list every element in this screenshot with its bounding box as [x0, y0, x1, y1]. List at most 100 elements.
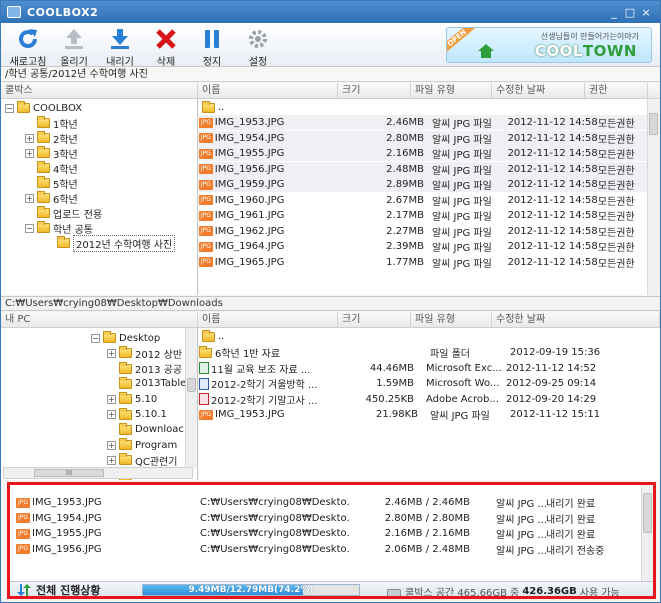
collapse-toggle[interactable]: −: [5, 103, 14, 113]
file-row[interactable]: JPG IMG_1960.JPG 2.67MB 알씨 JPG 파일 2012-11-12…: [199, 193, 647, 208]
local-file-row[interactable]: 6학년 1반 자료 파일 폴더 2012-09-19 15:36: [199, 345, 610, 360]
remote-tree-node[interactable]: +2학년: [25, 131, 78, 146]
file-row[interactable]: JPG IMG_1955.JPG 2.16MB 알씨 JPG 파일 2012-11-12…: [199, 146, 647, 161]
file-row[interactable]: JPG IMG_1954.JPG 2.80MB 알씨 JPG 파일 2012-11-12…: [199, 130, 647, 146]
remote-tree-node[interactable]: − COOLBOX: [5, 101, 82, 115]
remote-tree-node[interactable]: 업로드 전용: [25, 206, 102, 221]
local-tree-scrollbar[interactable]: [185, 328, 197, 468]
remote-scroll-thumb[interactable]: [649, 113, 658, 135]
transfer-type: 알씨 JPG ...: [496, 514, 546, 526]
local-tree-node[interactable]: + QC관련기: [107, 453, 177, 468]
local-tree-node[interactable]: Downloac: [107, 422, 184, 437]
transfer-scroll-thumb[interactable]: [643, 493, 652, 533]
remote-tree-node[interactable]: +6학년: [25, 191, 78, 206]
expand-toggle[interactable]: +: [107, 348, 116, 358]
local-tree-node[interactable]: +5.10.1: [107, 407, 167, 422]
storage-used: 426.36GB: [522, 586, 577, 597]
file-row[interactable]: JPG IMG_1964.JPG 2.39MB 알씨 JPG 파일 2012-11-12…: [199, 239, 647, 254]
local-tree-node[interactable]: 2013 공공: [107, 361, 182, 376]
pause-button[interactable]: 정지: [189, 27, 235, 68]
transfer-row[interactable]: JPG IMG_1953.JPG C:₩Users₩crying08₩Deskto.…: [16, 495, 626, 510]
column-date[interactable]: 수정한 날짜: [492, 83, 585, 98]
parent-folder-row[interactable]: ..: [202, 100, 224, 115]
collapse-toggle[interactable]: −: [91, 333, 100, 343]
refresh-button[interactable]: 새로고침: [5, 27, 51, 68]
remote-tree-node[interactable]: 5학년: [25, 176, 78, 191]
file-name: IMG_1953.JPG: [215, 409, 285, 420]
settings-button[interactable]: 설정: [235, 27, 281, 68]
local-tree-label: 5.10: [135, 393, 158, 405]
local-tree-node[interactable]: − Desktop: [91, 331, 160, 345]
column-size[interactable]: 크기: [338, 83, 411, 98]
transfer-scrollbar[interactable]: [641, 485, 653, 581]
expand-toggle[interactable]: +: [25, 148, 34, 158]
jpg-file-icon: JPG: [199, 210, 213, 221]
download-button[interactable]: 내리기: [97, 27, 143, 68]
remote-tree-label: COOLBOX: [33, 102, 83, 114]
expand-toggle[interactable]: +: [25, 193, 34, 203]
expand-toggle[interactable]: +: [25, 133, 34, 143]
local-tree-scroll-thumb[interactable]: [187, 378, 196, 392]
local-file-row[interactable]: 11월 교육 보조 자료 ... 44.46MB Microsoft Exc... 2…: [199, 361, 606, 376]
file-row[interactable]: JPG IMG_1959.JPG 2.89MB 알씨 JPG 파일 2012-11-12…: [199, 177, 647, 192]
remote-tree-node[interactable]: 4학년: [25, 161, 78, 176]
minimize-button[interactable]: _: [606, 6, 622, 19]
local-tree-hscroll-thumb[interactable]: III: [34, 469, 104, 477]
expand-toggle[interactable]: +: [107, 440, 116, 450]
title-bar[interactable]: COOLBOX2 _ □ ×: [1, 1, 660, 23]
local-folder-tree[interactable]: − Desktop +2012 상반 2013 공공 2013Table +5.10 +5.…: [1, 328, 198, 480]
upload-button[interactable]: 올리기: [51, 27, 97, 68]
file-row[interactable]: JPG IMG_1965.JPG 1.77MB 알씨 JPG 파일 2012-11-12…: [199, 255, 647, 270]
cooltown-banner[interactable]: OPEN 선생님들이 만들어가는이야기 COOLTOWN: [446, 27, 652, 63]
expand-toggle[interactable]: +: [107, 410, 116, 419]
local-column-date[interactable]: 수정한 날짜: [492, 312, 660, 327]
local-file-list[interactable]: .. 6학년 1반 자료 파일 폴더 2012-09-19 15:36 11월 교육 보…: [199, 328, 660, 480]
local-file-row[interactable]: 2012-2학기 겨울방학 ... 1.59MB Microsoft Wo... 20…: [199, 376, 606, 391]
file-permission: 모든권한: [597, 196, 635, 208]
transfer-row[interactable]: JPG IMG_1955.JPG C:₩Users₩crying08₩Deskto.…: [16, 526, 626, 541]
remote-tree-label: 4학년: [53, 164, 78, 176]
transfer-status: 내리기 완료: [546, 499, 596, 510]
column-permission[interactable]: 권한: [585, 83, 648, 98]
transfer-file-name: IMG_1956.JPG: [32, 543, 102, 555]
file-row[interactable]: JPG IMG_1956.JPG 2.48MB 알씨 JPG 파일 2012-11-12…: [199, 161, 647, 177]
remote-tree-node[interactable]: 2012년 수학여행 사진: [45, 234, 176, 252]
transfer-row[interactable]: JPG IMG_1954.JPG C:₩Users₩crying08₩Deskto.…: [16, 511, 626, 526]
collapse-toggle[interactable]: −: [25, 223, 34, 233]
jpg-file-icon: JPG: [199, 257, 213, 267]
remote-tree-node[interactable]: − 학년 공통: [25, 221, 93, 236]
remote-scrollbar[interactable]: [647, 99, 659, 295]
delete-icon: [156, 29, 176, 49]
local-tree-node[interactable]: +5.10: [107, 392, 157, 406]
transfer-row[interactable]: JPG IMG_1956.JPG C:₩Users₩crying08₩Deskto.…: [16, 542, 626, 557]
remote-folder-tree[interactable]: − COOLBOX 1학년 +2학년 +3학년 4학년 5학년 +6학년 업로드 전용 − 학년 공…: [1, 99, 198, 295]
local-column-name[interactable]: 이름: [198, 312, 338, 327]
delete-button[interactable]: 삭제: [143, 27, 189, 68]
local-column-type[interactable]: 파일 유형: [411, 312, 492, 327]
close-button[interactable]: ×: [638, 6, 654, 19]
column-type[interactable]: 파일 유형: [411, 83, 492, 98]
column-name[interactable]: 이름: [198, 83, 338, 98]
file-date: 2012-11-12 14:58: [507, 117, 598, 128]
maximize-button[interactable]: □: [622, 6, 638, 19]
transfer-list[interactable]: JPG IMG_1953.JPG C:₩Users₩crying08₩Deskto.…: [10, 489, 641, 579]
remote-tree-node[interactable]: +3학년: [25, 146, 78, 161]
file-permission: 모든권한: [597, 243, 635, 254]
local-tree-node[interactable]: +2012 상반: [107, 346, 182, 361]
local-file-row[interactable]: 2012-2학기 기말고사 ... 450.25KB Adobe Acrob... 2…: [199, 392, 606, 407]
file-row[interactable]: JPG IMG_1953.JPG 2.46MB 알씨 JPG 파일 2012-11-12…: [199, 115, 647, 130]
remote-tree-node[interactable]: 1학년: [25, 116, 78, 131]
expand-toggle[interactable]: +: [107, 455, 116, 465]
expand-toggle[interactable]: +: [107, 394, 116, 404]
local-parent-folder-row[interactable]: ..: [202, 329, 224, 344]
local-tree-node[interactable]: 2013Table: [107, 376, 186, 391]
file-row[interactable]: JPG IMG_1961.JPG 2.17MB 알씨 JPG 파일 2012-11-12…: [199, 208, 647, 223]
local-file-row[interactable]: JPG IMG_1953.JPG 21.98KB 알씨 JPG 파일 2012-11-1…: [199, 407, 610, 422]
local-tree-hscrollbar[interactable]: III: [3, 467, 193, 479]
local-column-size[interactable]: 크기: [338, 312, 411, 327]
remote-file-list[interactable]: .. JPG IMG_1953.JPG 2.46MB 알씨 JPG 파일 2012-11-…: [199, 99, 647, 295]
file-name: 2012-2학기 기말고사 ...: [211, 395, 318, 407]
file-row[interactable]: JPG IMG_1962.JPG 2.27MB 알씨 JPG 파일 2012-11-12…: [199, 224, 647, 239]
house-icon: [478, 44, 494, 58]
local-tree-node[interactable]: + Program: [107, 438, 177, 452]
